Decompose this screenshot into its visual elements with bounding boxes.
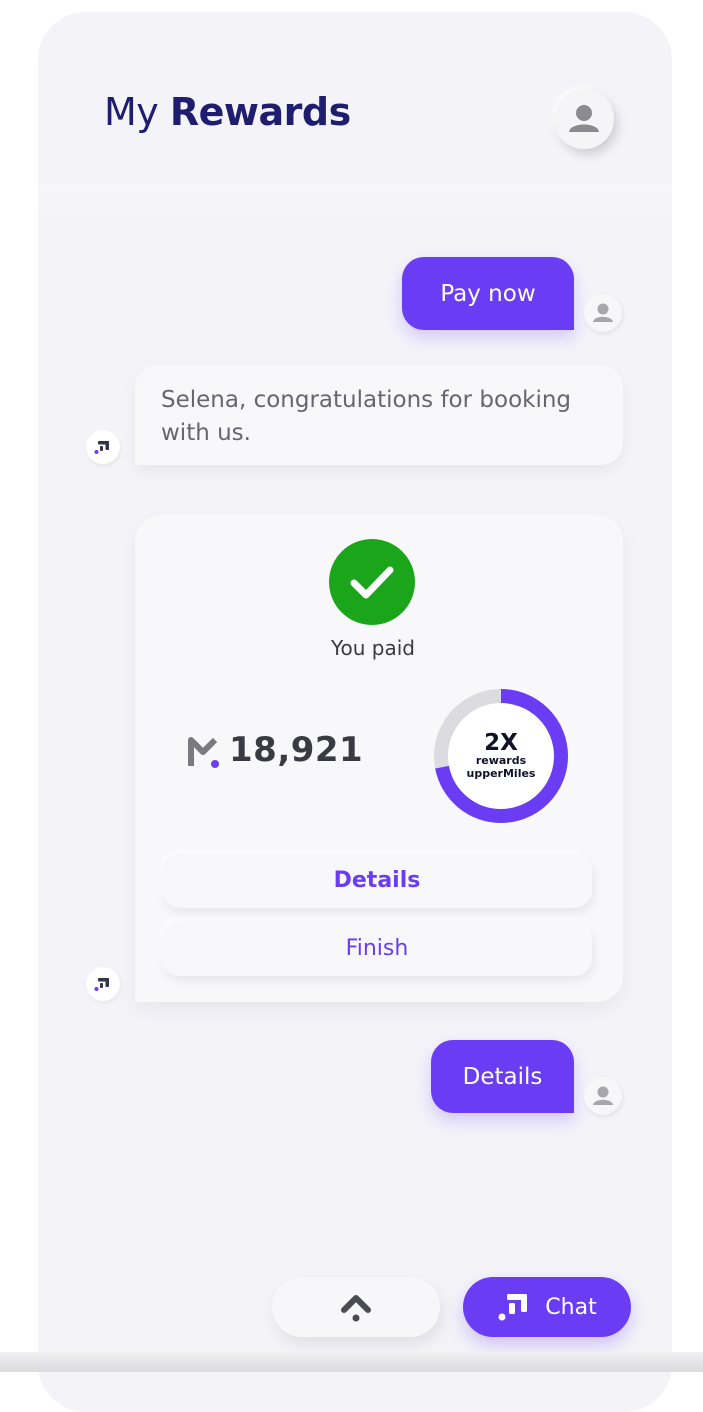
rewards-line-2: upperMiles [466, 767, 536, 780]
page-title-light: My [104, 90, 159, 134]
details-button[interactable]: Details [162, 853, 592, 908]
user-message-details: Details [431, 1040, 574, 1113]
chat-logo-icon [94, 441, 109, 454]
user-avatar [584, 1077, 622, 1115]
scroll-up-button[interactable] [272, 1277, 440, 1337]
miles-amount: 18,921 [229, 730, 364, 770]
payment-status-label: You paid [330, 636, 416, 660]
chat-button[interactable]: Chat [463, 1277, 631, 1337]
user-message-text: Pay now [440, 280, 536, 307]
check-circle-icon [329, 539, 415, 625]
profile-avatar-button[interactable] [554, 89, 614, 149]
chevron-up-icon [341, 1295, 371, 1322]
user-message-pay-now: Pay now [402, 257, 574, 330]
user-avatar-icon [593, 303, 613, 322]
user-avatar-icon [569, 105, 599, 132]
finish-button[interactable]: Finish [162, 921, 592, 976]
bot-avatar [86, 430, 120, 464]
bottom-edge [0, 1352, 703, 1372]
page-title: My Rewards [104, 90, 351, 134]
rewards-multiplier-label: 2X rewards upperMiles [431, 686, 571, 826]
rewards-multiplier: 2X [484, 730, 518, 756]
chat-logo-icon [498, 1294, 528, 1321]
user-avatar-icon [593, 1086, 613, 1105]
bot-avatar [86, 967, 120, 1001]
rewards-line-1: rewards [475, 754, 527, 767]
header-divider [38, 184, 672, 234]
payment-summary-card: You paid 18,921 2X rewards upperMiles De… [135, 515, 623, 1002]
page-title-bold: Rewards [169, 90, 351, 134]
user-avatar [584, 294, 622, 332]
bot-message: Selena, congratulations for booking with… [135, 365, 623, 465]
chat-button-label: Chat [545, 1294, 597, 1320]
user-message-text: Details [462, 1063, 543, 1090]
bot-message-text: Selena, congratulations for booking with… [161, 387, 572, 446]
upper-miles-logo-icon [188, 737, 219, 768]
app-screen: My Rewards Pay now Selena, congratulatio… [38, 12, 672, 1412]
chat-logo-icon [94, 978, 109, 991]
